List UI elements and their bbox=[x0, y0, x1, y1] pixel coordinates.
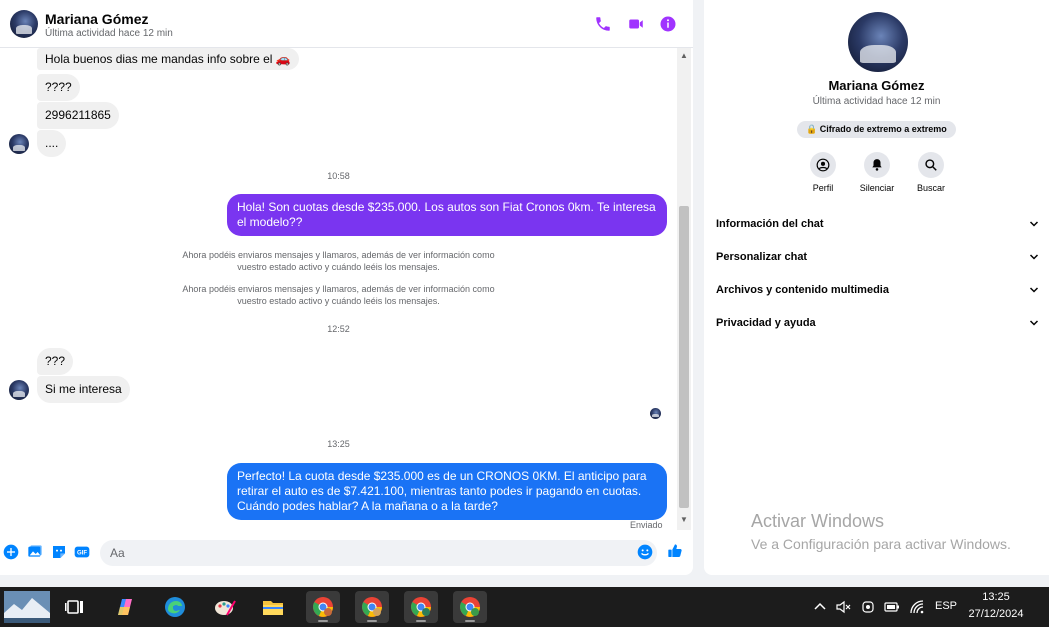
incoming-message[interactable]: Hola buenos dias me mandas info sobre el… bbox=[37, 48, 299, 70]
info-contact-status: Última actividad hace 12 min bbox=[812, 96, 941, 107]
timestamp: 13:25 bbox=[327, 439, 350, 449]
volume-muted-icon[interactable] bbox=[835, 599, 851, 615]
chrome-icon[interactable] bbox=[306, 591, 340, 623]
section-privacy-help[interactable]: Privacidad y ayuda bbox=[716, 313, 1040, 333]
incoming-message[interactable]: 2996211865 bbox=[37, 102, 119, 129]
outgoing-message[interactable]: Perfecto! La cuota desde $235.000 es de … bbox=[227, 463, 667, 520]
chevron-down-icon bbox=[1028, 313, 1040, 333]
image-icon[interactable] bbox=[27, 544, 43, 560]
emoji-icon[interactable] bbox=[637, 544, 653, 560]
contact-avatar[interactable] bbox=[10, 10, 38, 38]
bell-icon bbox=[864, 152, 890, 178]
chevron-down-icon bbox=[1028, 214, 1040, 234]
section-media-files[interactable]: Archivos y contenido multimedia bbox=[716, 280, 1040, 300]
contact-avatar-small[interactable] bbox=[9, 380, 29, 400]
paint-icon[interactable] bbox=[208, 591, 242, 623]
search-label: Buscar bbox=[916, 183, 945, 193]
read-receipt-avatar bbox=[650, 408, 661, 419]
incoming-message[interactable]: Si me interesa bbox=[37, 376, 130, 403]
timestamp: 12:52 bbox=[327, 324, 350, 334]
plus-icon[interactable] bbox=[3, 544, 19, 560]
composer: GIF bbox=[0, 538, 693, 568]
activation-watermark-subtitle: Ve a Configuración para activar Windows. bbox=[751, 536, 1011, 552]
sticker-icon[interactable] bbox=[51, 544, 67, 560]
clock-date[interactable]: 27/12/2024 bbox=[966, 608, 1026, 620]
edge-icon[interactable] bbox=[158, 591, 192, 623]
scroll-thumb[interactable] bbox=[679, 206, 689, 508]
system-notice: Ahora podéis enviaros mensajes y llamaro… bbox=[0, 249, 677, 273]
section-label: Personalizar chat bbox=[716, 251, 808, 263]
camera-icon[interactable] bbox=[860, 599, 876, 615]
file-explorer-icon[interactable] bbox=[256, 591, 290, 623]
chat-info-panel: Mariana Gómez Última actividad hace 12 m… bbox=[704, 0, 1049, 575]
incoming-message[interactable]: ??? bbox=[37, 348, 74, 375]
scroll-down-arrow[interactable]: ▼ bbox=[677, 514, 691, 526]
sent-status: Enviado bbox=[630, 520, 663, 530]
clock-time[interactable]: 13:25 bbox=[966, 591, 1026, 603]
timestamp: 10:58 bbox=[327, 171, 350, 181]
message-list[interactable]: Hola buenos dias me mandas info sobre el… bbox=[0, 48, 677, 530]
contact-avatar-large[interactable] bbox=[848, 12, 908, 72]
language-indicator[interactable]: ESP bbox=[935, 600, 957, 612]
chat-header: Mariana Gómez Última actividad hace 12 m… bbox=[0, 0, 693, 48]
like-icon[interactable] bbox=[667, 543, 683, 559]
phone-icon[interactable] bbox=[594, 15, 612, 33]
task-view-icon[interactable] bbox=[58, 591, 92, 623]
info-icon[interactable] bbox=[659, 15, 677, 33]
start-icon[interactable] bbox=[4, 591, 50, 623]
incoming-message[interactable]: .... bbox=[37, 130, 67, 157]
video-icon[interactable] bbox=[627, 15, 645, 33]
profile-icon bbox=[810, 152, 836, 178]
wifi-icon[interactable] bbox=[909, 599, 925, 615]
info-contact-name: Mariana Gómez bbox=[828, 78, 925, 93]
incoming-message[interactable]: ???? bbox=[37, 74, 80, 101]
chrome-icon[interactable] bbox=[355, 591, 389, 623]
battery-icon[interactable] bbox=[884, 599, 900, 615]
search-button[interactable]: Buscar bbox=[906, 152, 956, 193]
gif-icon[interactable]: GIF bbox=[74, 544, 90, 560]
chevron-up-icon[interactable] bbox=[812, 599, 828, 615]
chevron-down-icon bbox=[1028, 247, 1040, 267]
chrome-icon[interactable] bbox=[404, 591, 438, 623]
contact-status: Última actividad hace 12 min bbox=[45, 28, 173, 39]
chevron-down-icon bbox=[1028, 280, 1040, 300]
section-label: Información del chat bbox=[716, 218, 824, 230]
section-label: Privacidad y ayuda bbox=[716, 317, 816, 329]
section-customize-chat[interactable]: Personalizar chat bbox=[716, 247, 1040, 267]
mute-button[interactable]: Silenciar bbox=[852, 152, 902, 193]
activation-watermark-title: Activar Windows bbox=[751, 511, 885, 531]
chat-panel: Mariana Gómez Última actividad hace 12 m… bbox=[0, 0, 693, 575]
mute-label: Silenciar bbox=[859, 183, 895, 193]
system-notice: Ahora podéis enviaros mensajes y llamaro… bbox=[0, 283, 677, 307]
system-notice-text: Ahora podéis enviaros mensajes y llamaro… bbox=[182, 284, 495, 306]
contact-avatar-small[interactable] bbox=[9, 134, 29, 154]
system-notice-text: Ahora podéis enviaros mensajes y llamaro… bbox=[182, 250, 495, 272]
encryption-badge[interactable]: 🔒 Cifrado de extremo a extremo bbox=[797, 121, 956, 138]
taskbar bbox=[0, 587, 1049, 627]
scroll-up-arrow[interactable]: ▲ bbox=[677, 50, 691, 62]
section-label: Archivos y contenido multimedia bbox=[716, 284, 889, 296]
profile-label: Perfil bbox=[812, 183, 834, 193]
section-chat-info[interactable]: Información del chat bbox=[716, 214, 1040, 234]
scrollbar[interactable]: ▲ ▼ bbox=[677, 48, 691, 530]
svg-text:GIF: GIF bbox=[77, 551, 87, 557]
message-input[interactable] bbox=[100, 540, 657, 566]
chrome-icon[interactable] bbox=[453, 591, 487, 623]
copilot-icon[interactable] bbox=[108, 591, 142, 623]
outgoing-message[interactable]: Hola! Son cuotas desde $235.000. Los aut… bbox=[227, 194, 667, 236]
search-icon bbox=[918, 152, 944, 178]
contact-name[interactable]: Mariana Gómez bbox=[45, 11, 148, 27]
profile-button[interactable]: Perfil bbox=[798, 152, 848, 193]
